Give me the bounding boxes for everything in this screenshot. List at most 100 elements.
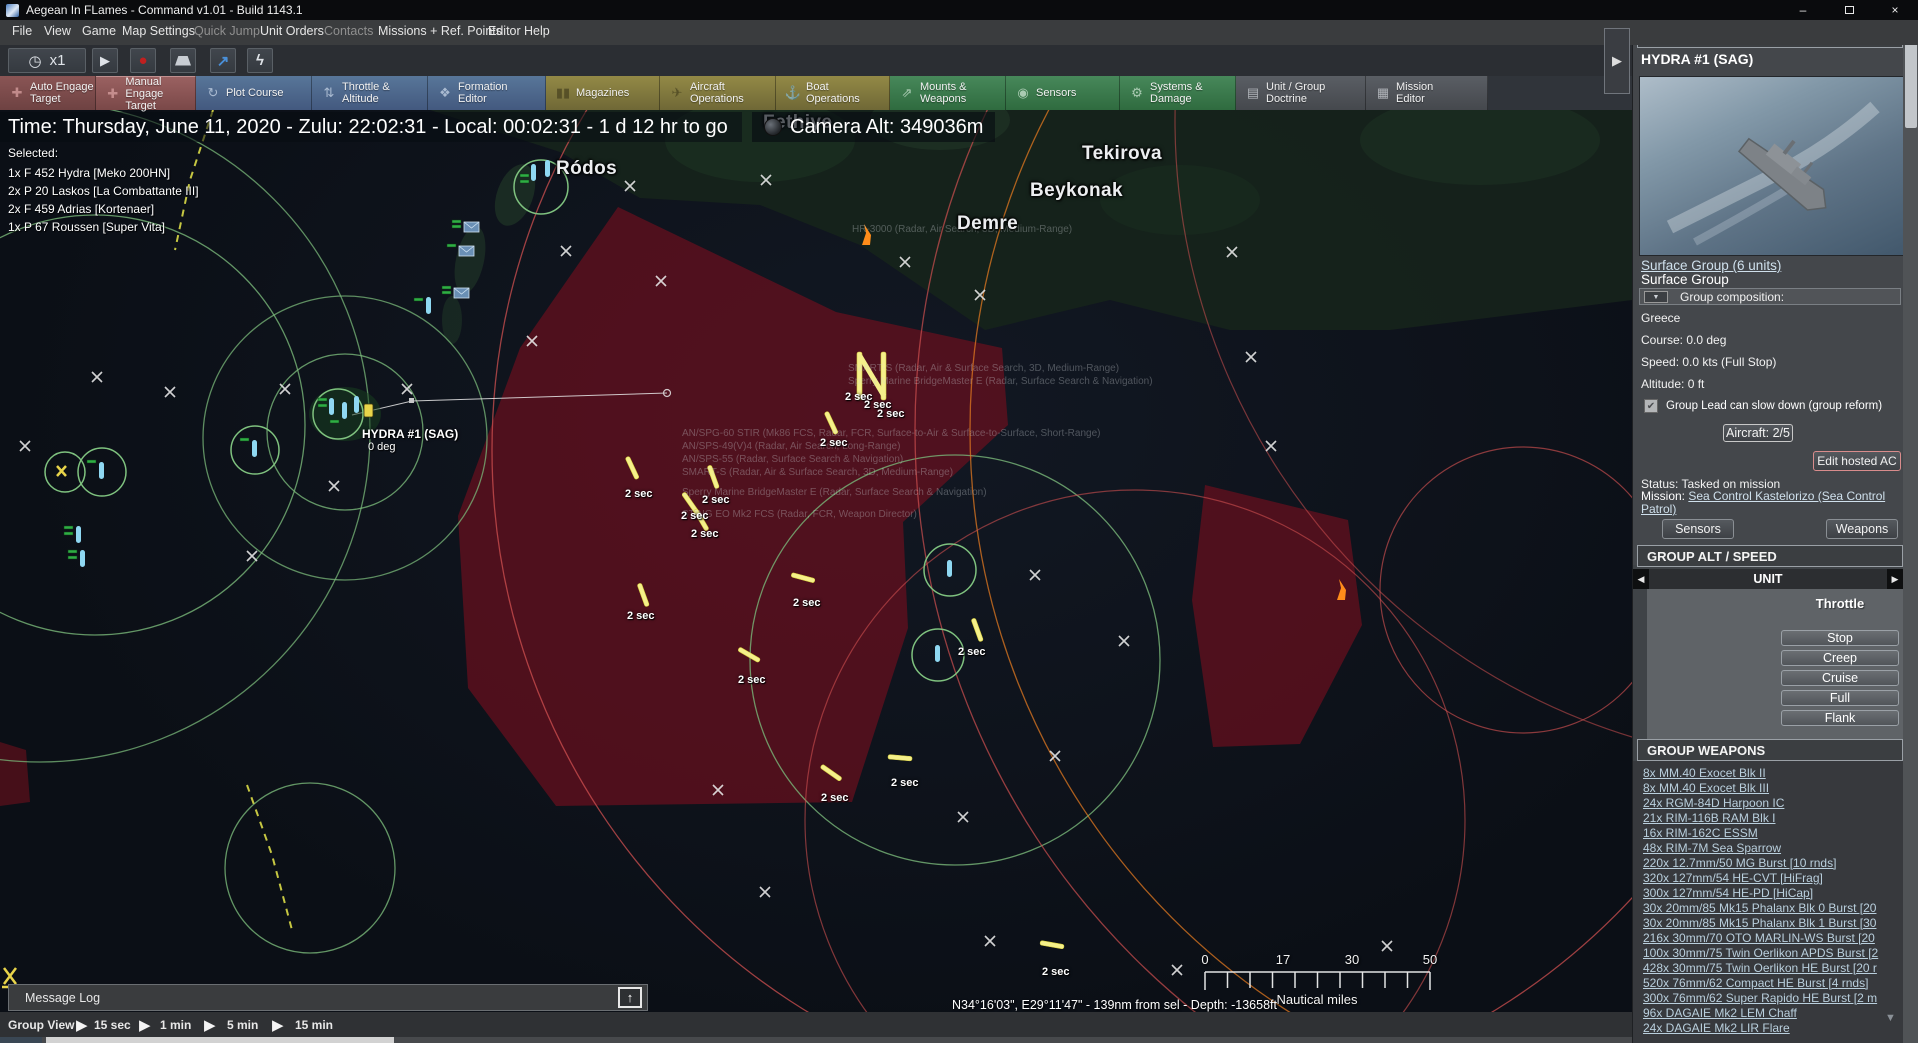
manual-engage-target-button[interactable]: ✚ ManualEngage Target [96,76,196,110]
weapon-link[interactable]: 24x DAGAIE Mk2 LIR Flare [1643,1021,1790,1035]
sim-speed-label: x1 [50,52,66,69]
weapon-link[interactable]: 8x MM.40 Exocet Blk II [1643,766,1766,780]
mission-editor-button[interactable]: ▦ MissionEditor [1366,76,1488,110]
maximize-button[interactable] [1826,0,1872,20]
flash-button[interactable]: ϟ [247,48,273,73]
mounts-weapons-button[interactable]: ⇗ Mounts &Weapons [890,76,1006,110]
menu-contacts[interactable]: Contacts [324,24,373,38]
horizontal-scrollbar[interactable] [0,1037,1632,1043]
weapon-link[interactable]: 320x 127mm/54 HE-CVT [HiFrag] [1643,871,1823,885]
sensors-panel-button[interactable]: Sensors [1662,519,1734,539]
group-composition-dropdown[interactable]: ▼ Group composition: [1639,288,1901,305]
auto-engage-target-button[interactable]: ✚ Auto EngageTarget [0,76,96,110]
message-log-bar[interactable]: Message Log ↑ [8,984,648,1011]
throttle-cruise-button[interactable]: Cruise [1781,670,1899,686]
group-map-label[interactable]: HYDRA #1 (SAG) [362,427,458,441]
weapon-link[interactable]: 100x 30mm/75 Twin Oerlikon APDS Burst [2 [1643,946,1878,960]
boat-operations-button[interactable]: ⚓ BoatOperations [776,76,890,110]
weapon-link[interactable]: 8x MM.40 Exocet Blk III [1643,781,1769,795]
formation-editor-button[interactable]: ❖ FormationEditor [428,76,546,110]
menu-quick-jump[interactable]: Quick Jump [194,24,260,38]
step-15min[interactable]: 15 min [295,1018,333,1032]
weapon-link[interactable]: 16x RIM-162C ESSM [1643,826,1758,840]
map-graphics [0,0,1632,1043]
terrain-view-button[interactable] [170,48,196,73]
weapon-link[interactable]: 300x 76mm/62 Super Rapido HE Burst [2 m [1643,991,1877,1005]
weapon-link[interactable]: 300x 127mm/54 HE-PD [HiCap] [1643,886,1813,900]
close-button[interactable]: × [1872,0,1918,20]
missiles-icon: ⇗ [894,85,920,101]
island-rodos [442,159,543,344]
weapon-link[interactable]: 428x 30mm/75 Twin Oerlikon HE Burst [20 … [1643,961,1877,975]
record-button[interactable]: ● [130,48,156,73]
plot-course-button[interactable]: ↻ Plot Course [196,76,312,110]
weapon-link[interactable]: 220x 12.7mm/50 MG Burst [10 rnds] [1643,856,1836,870]
group-type: Surface Group [1641,272,1729,287]
edit-hosted-ac-button[interactable]: Edit hosted AC [1813,451,1901,471]
group-lead-checkbox[interactable]: ✔ [1644,399,1658,413]
group-weapons-header[interactable]: GROUP WEAPONS « [1637,739,1903,761]
weapons-panel-button[interactable]: Weapons [1826,519,1898,539]
sensors-button[interactable]: ◉ Sensors [1006,76,1120,110]
weapon-link[interactable]: 48x RIM-7M Sea Sparrow [1643,841,1781,855]
jump-button[interactable]: ↗ [210,48,236,73]
magazines-button[interactable]: ▮▮ Magazines [546,76,660,110]
step-separator-icon: ▶ [272,1016,284,1034]
engage-claws-icon: ✚ [4,85,30,101]
unit-selector-label: UNIT [1633,572,1903,586]
group-view-label[interactable]: Group View [8,1018,74,1032]
group-link[interactable]: Surface Group (6 units) [1641,258,1781,273]
group-alt-speed-header[interactable]: GROUP ALT / SPEED « [1637,545,1903,567]
window-title: Aegean In FLames - Command v1.01 - Build… [26,3,303,17]
step-1min[interactable]: 1 min [160,1018,191,1032]
sim-speed-button[interactable]: ◷ x1 [8,48,86,73]
step-5min[interactable]: 5 min [227,1018,258,1032]
aircraft-count-button[interactable]: Aircraft: 2/5 [1723,424,1793,442]
map-viewport[interactable]: Time: Thursday, June 11, 2020 - Zulu: 22… [0,0,1632,1043]
unit-selector-bar: ◀ UNIT ▶ [1633,569,1903,589]
throttle-stop-button[interactable]: Stop [1781,630,1899,646]
unit-group-doctrine-button[interactable]: ▤ Unit / GroupDoctrine [1236,76,1366,110]
menu-unit-orders[interactable]: Unit Orders [260,24,324,38]
throttle-flank-button[interactable]: Flank [1781,710,1899,726]
sensor-overlay-line: AN/SPS-55 (Radar, Surface Search & Navig… [682,454,903,465]
throttle-creep-button[interactable]: Creep [1781,650,1899,666]
menu-game[interactable]: Game [82,24,116,38]
weapon-link[interactable]: 30x 20mm/85 Mk15 Phalanx Blk 0 Burst [20 [1643,901,1876,915]
systems-damage-button[interactable]: ⚙ Systems &Damage [1120,76,1236,110]
menu-editor[interactable]: Editor [488,24,521,38]
unit-next-button[interactable]: ▶ [1887,569,1903,589]
step-15sec[interactable]: 15 sec [94,1018,131,1032]
menu-file[interactable]: File [12,24,32,38]
scale-tick-50: 50 [1417,952,1443,967]
throttle-altitude-button[interactable]: ⇅ Throttle &Altitude [312,76,428,110]
aircraft-operations-button[interactable]: ✈ AircraftOperations [660,76,776,110]
menu-help[interactable]: Help [524,24,550,38]
play-button[interactable]: ▶ [92,48,118,73]
weapon-link[interactable]: 520x 76mm/62 Compact HE Burst [4 rnds] [1643,976,1868,990]
weapon-link[interactable]: 21x RIM-116B RAM Blk I [1643,811,1775,825]
checkmark-icon: ✔ [1647,401,1655,412]
sidebar-scrollbar[interactable] [1903,20,1918,1043]
menu-missions-ref-points[interactable]: Missions + Ref. Points [378,24,502,38]
weapon-link[interactable]: 96x DAGAIE Mk2 LEM Chaff [1643,1006,1797,1020]
weapon-link[interactable]: 24x RGM-84D Harpoon IC [1643,796,1784,810]
record-icon: ● [138,52,147,69]
weapon-link[interactable]: 30x 20mm/85 Mk15 Phalanx Blk 1 Burst [30 [1643,916,1876,930]
scrollbar-thumb[interactable] [46,1037,394,1043]
menu-view[interactable]: View [44,24,71,38]
minimize-button[interactable]: – [1780,0,1826,20]
group-course-readout: Course: 0.0 deg [1641,333,1726,347]
dropdown-arrow-icon[interactable]: ▼ [1644,291,1668,303]
place-label-rodos: Ródos [556,158,617,180]
sidebar-expand-button[interactable]: ▶ [1604,28,1630,94]
cursor-position-readout: N34°16'03", E29°11'47" - 139nm from sel … [952,998,1277,1012]
throttle-full-button[interactable]: Full [1781,690,1899,706]
selected-unit: 1x F 452 Hydra [Meko 200HN] [8,164,199,182]
menu-map-settings[interactable]: Map Settings [122,24,195,38]
scroll-down-icon[interactable]: ▼ [1885,1012,1896,1024]
message-log-expand-button[interactable]: ↑ [618,987,642,1008]
weapon-link[interactable]: 216x 30mm/70 OTO MARLIN-WS Burst [20 [1643,931,1875,945]
missile-timer: 2 sec [821,792,849,804]
menu-bar: File View Game Map Settings Quick Jump U… [0,20,1918,45]
